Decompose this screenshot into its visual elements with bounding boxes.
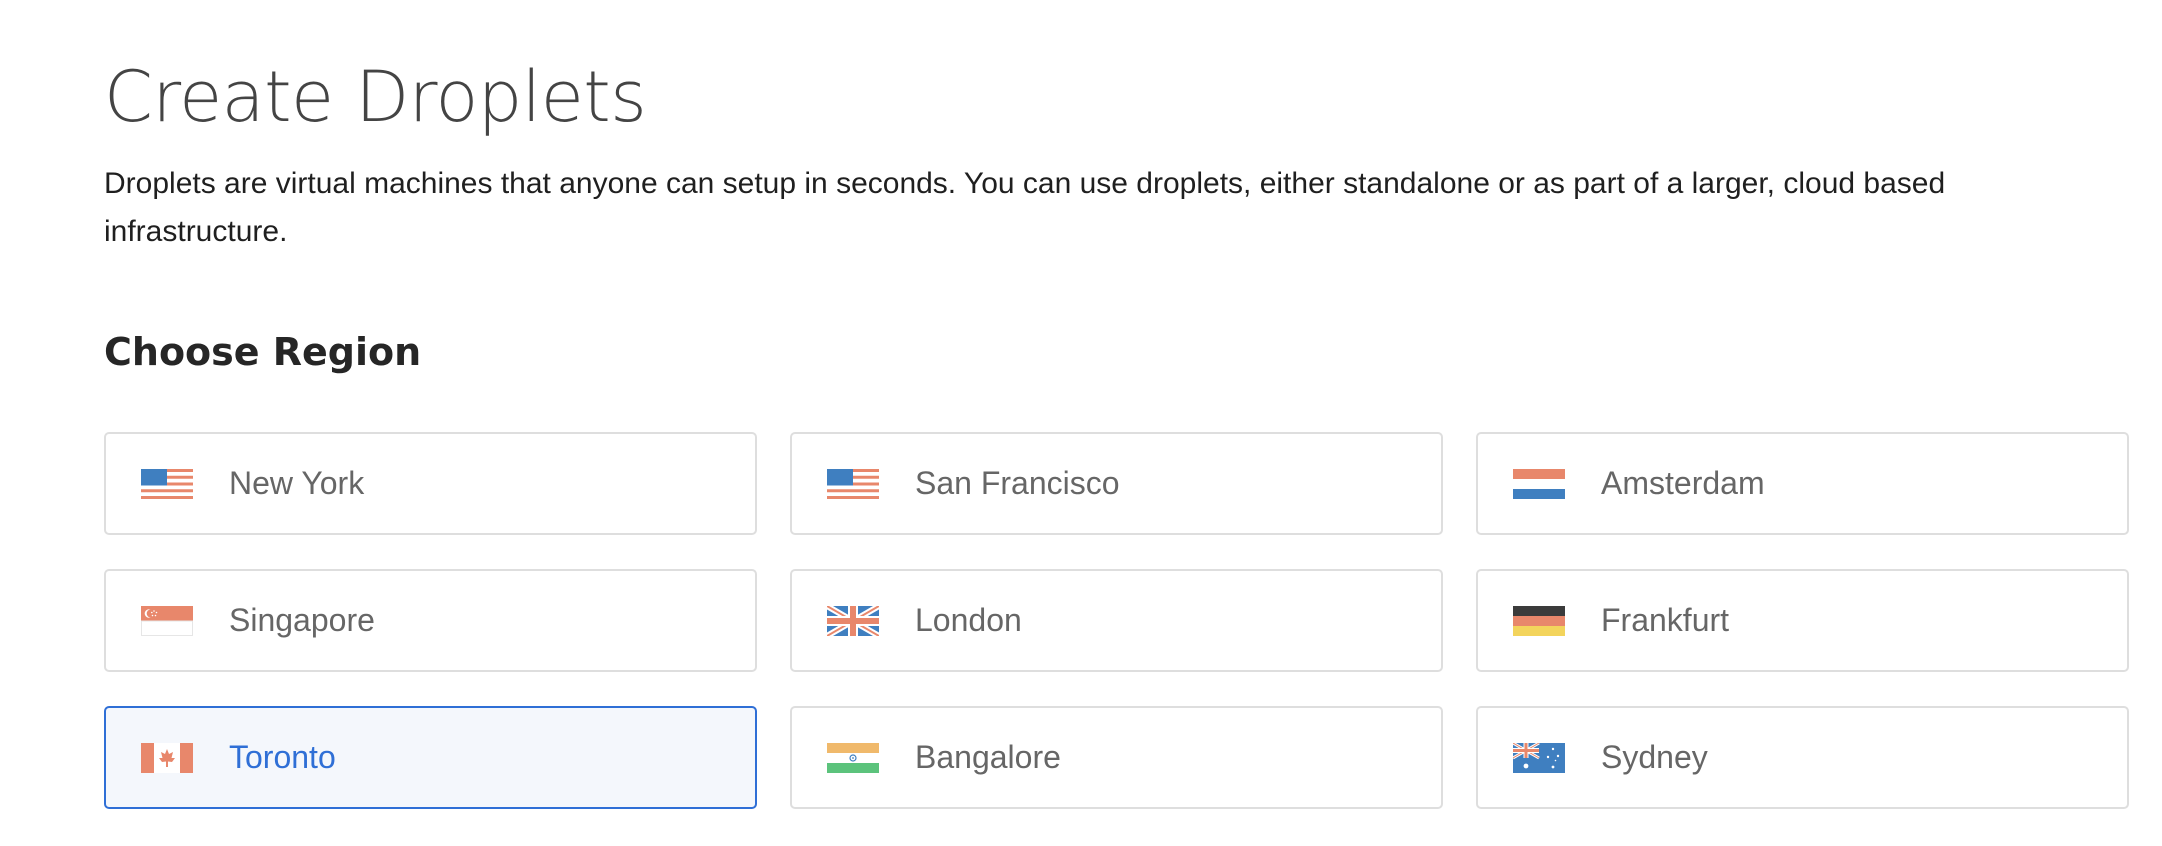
region-label-bangalore: Bangalore — [915, 739, 1061, 775]
singapore-flag-icon — [141, 605, 193, 636]
region-label-amsterdam: Amsterdam — [1601, 465, 1765, 501]
region-option-toronto[interactable]: Toronto — [104, 706, 757, 809]
region-grid: New York San Francisco Amsterdam Singapo… — [104, 432, 2129, 809]
choose-region-heading: Choose Region — [104, 330, 422, 374]
region-option-bangalore[interactable]: Bangalore — [790, 706, 1443, 809]
region-option-london[interactable]: London — [790, 569, 1443, 672]
india-flag-icon — [827, 742, 879, 773]
region-label-toronto: Toronto — [229, 739, 336, 775]
page-title: Create Droplets — [104, 56, 647, 138]
region-label-new-york: New York — [229, 465, 365, 501]
region-label-frankfurt: Frankfurt — [1601, 602, 1730, 638]
create-droplets-page: Create Droplets Droplets are virtual mac… — [0, 0, 2162, 846]
canada-flag-icon — [141, 742, 193, 773]
region-label-singapore: Singapore — [229, 602, 375, 638]
australia-flag-icon — [1513, 742, 1565, 773]
us-flag-icon — [141, 468, 193, 499]
region-option-new-york[interactable]: New York — [104, 432, 757, 535]
region-label-san-francisco: San Francisco — [915, 465, 1120, 501]
us-flag-icon — [827, 468, 879, 499]
region-option-san-francisco[interactable]: San Francisco — [790, 432, 1443, 535]
region-label-london: London — [915, 602, 1022, 638]
germany-flag-icon — [1513, 605, 1565, 636]
region-option-frankfurt[interactable]: Frankfurt — [1476, 569, 2129, 672]
region-option-amsterdam[interactable]: Amsterdam — [1476, 432, 2129, 535]
uk-flag-icon — [827, 605, 879, 636]
region-option-singapore[interactable]: Singapore — [104, 569, 757, 672]
netherlands-flag-icon — [1513, 468, 1565, 499]
page-description: Droplets are virtual machines that anyon… — [104, 167, 1946, 248]
region-label-sydney: Sydney — [1601, 739, 1708, 775]
region-option-sydney[interactable]: Sydney — [1476, 706, 2129, 809]
